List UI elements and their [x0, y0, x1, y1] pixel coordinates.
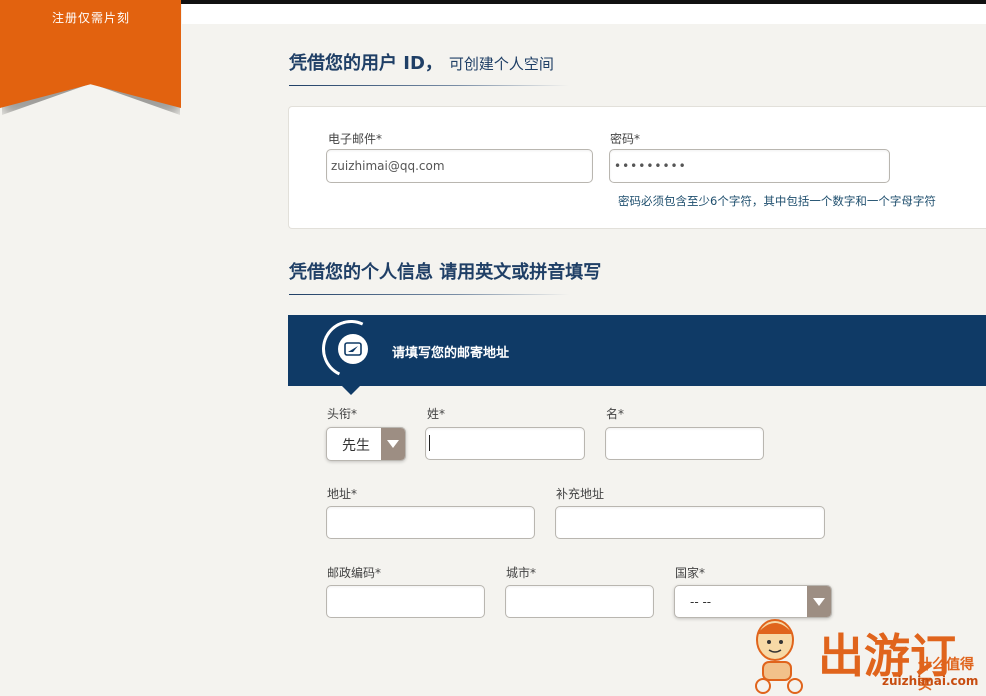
password-hint: 密码必须包含至少6个字符，其中包括一个数字和一个字母字符 [618, 194, 936, 208]
title-select-value: 先生 [342, 438, 370, 454]
email-label: 电子邮件* [328, 132, 383, 146]
firstname-label: 名* [606, 407, 625, 421]
firstname-field[interactable] [605, 427, 764, 460]
section-title-personal-info: 凭借您的个人信息 请用英文或拼音填写 [289, 262, 602, 283]
title-label: 头衔* [327, 407, 358, 421]
lastname-label: 姓* [427, 407, 446, 421]
address-banner-text: 请填写您的邮寄地址 [392, 346, 510, 361]
banner-pointer [342, 386, 360, 395]
ribbon-text: 注册仅需片刻 [52, 11, 131, 25]
top-strip [182, 4, 986, 24]
section-divider-2 [289, 294, 569, 295]
city-label: 城市* [506, 566, 537, 580]
section-subtitle: 可创建个人空间 [448, 55, 554, 73]
address2-field[interactable] [555, 506, 825, 539]
zip-label: 邮政编码* [327, 566, 382, 580]
country-label: 国家* [675, 566, 706, 580]
text-caret [429, 435, 430, 451]
zip-field[interactable] [326, 585, 485, 618]
mail-icon [338, 334, 368, 364]
chevron-down-icon[interactable] [381, 428, 405, 460]
title-select[interactable]: 先生 [326, 427, 406, 461]
lastname-field[interactable] [425, 427, 585, 460]
watermark-url: zuizhimai.com [882, 674, 979, 688]
signup-ribbon: 注册仅需片刻 [0, 0, 186, 135]
city-field[interactable] [505, 585, 654, 618]
address-label: 地址* [327, 487, 358, 501]
password-label: 密码* [610, 132, 641, 146]
country-select-value: -- -- [690, 595, 712, 609]
address2-label: 补充地址 [556, 487, 605, 501]
email-field[interactable] [326, 149, 593, 183]
section-title-user-id: 凭借您的用户 ID， 可创建个人空间 [289, 53, 554, 74]
mascot-icon [755, 619, 803, 694]
address-field[interactable] [326, 506, 535, 539]
watermark: 出游订 什么值得买 zuizhimai.com [740, 612, 986, 696]
section-divider [289, 85, 569, 86]
password-field[interactable]: ••••••••• [609, 149, 890, 183]
